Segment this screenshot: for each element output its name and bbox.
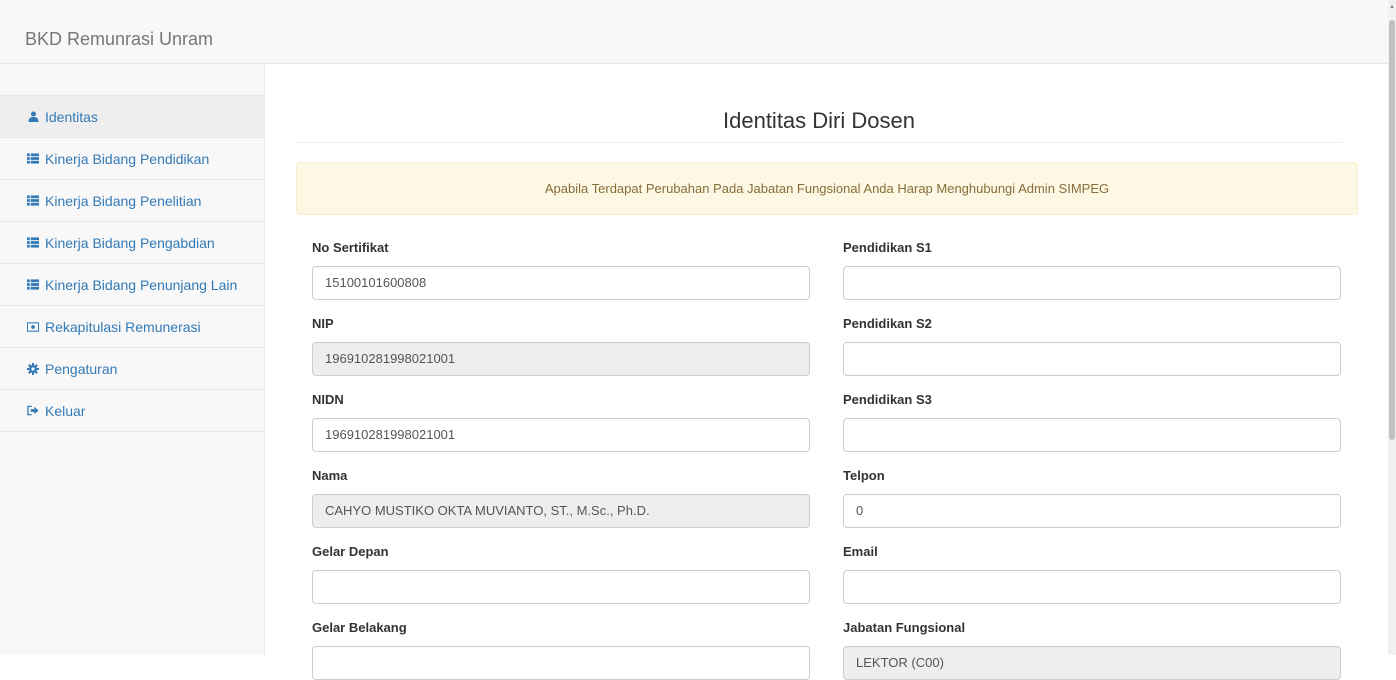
pendidikan-s1-input[interactable] [843, 266, 1341, 300]
scrollbar-thumb[interactable] [1389, 20, 1395, 440]
field-nama: Nama CAHYO MUSTIKO OKTA MUVIANTO, ST., M… [312, 468, 810, 528]
no-sertifikat-input[interactable]: 15100101600808 [312, 266, 810, 300]
field-gelar-depan: Gelar Depan [312, 544, 810, 604]
field-nidn: NIDN 196910281998021001 [312, 392, 810, 452]
gelar-depan-input[interactable] [312, 570, 810, 604]
field-jabatan-fungsional: Jabatan Fungsional LEKTOR (C00) [843, 620, 1341, 680]
field-pendidikan-s1: Pendidikan S1 [843, 240, 1341, 300]
money-icon [27, 321, 39, 333]
list-icon [27, 237, 39, 249]
pendidikan-s3-input[interactable] [843, 418, 1341, 452]
sidebar-item-label: Kinerja Bidang Penunjang Lain [45, 276, 238, 293]
field-telpon: Telpon 0 [843, 468, 1341, 528]
sidebar-item-rekapitulasi[interactable]: Rekapitulasi Remunerasi [0, 306, 265, 348]
pendidikan-s2-input[interactable] [843, 342, 1341, 376]
list-icon [27, 153, 39, 165]
sidebar-item-label: Kinerja Bidang Penelitian [45, 192, 202, 209]
gear-icon [27, 362, 39, 375]
pendidikan-s1-label: Pendidikan S1 [843, 240, 932, 255]
sidebar-item-kinerja-penelitian[interactable]: Kinerja Bidang Penelitian [0, 180, 265, 222]
pendidikan-s3-label: Pendidikan S3 [843, 392, 932, 407]
nip-label: NIP [312, 316, 334, 331]
scroll-up-icon[interactable]: ▲ [1389, 4, 1395, 10]
sidebar-item-kinerja-pendidikan[interactable]: Kinerja Bidang Pendidikan [0, 138, 265, 180]
sidebar-item-label: Kinerja Bidang Pengabdian [45, 234, 215, 251]
pendidikan-s2-label: Pendidikan S2 [843, 316, 932, 331]
user-icon [27, 111, 39, 123]
vertical-scrollbar[interactable]: ▲ [1388, 0, 1396, 655]
logout-icon [27, 405, 39, 417]
nama-label: Nama [312, 468, 348, 483]
field-no-sertifikat: No Sertifikat 15100101600808 [312, 240, 810, 300]
brand-title[interactable]: BKD Remunrasi Unram [25, 29, 213, 50]
gelar-belakang-input[interactable] [312, 646, 810, 680]
warning-alert: Apabila Terdapat Perubahan Pada Jabatan … [296, 162, 1358, 215]
navbar: BKD Remunrasi Unram [0, 0, 1388, 64]
sidebar-item-keluar[interactable]: Keluar [0, 390, 265, 432]
jabatan-fungsional-input[interactable]: LEKTOR (C00) [843, 646, 1341, 680]
page-title: Identitas Diri Dosen [723, 108, 915, 133]
telpon-label: Telpon [843, 468, 885, 483]
field-pendidikan-s3: Pendidikan S3 [843, 392, 1341, 452]
field-email: Email [843, 544, 1341, 604]
list-icon [27, 279, 39, 291]
nama-input[interactable]: CAHYO MUSTIKO OKTA MUVIANTO, ST., M.Sc.,… [312, 494, 810, 528]
sidebar-item-identitas[interactable]: Identitas [0, 96, 265, 138]
nidn-input[interactable]: 196910281998021001 [312, 418, 810, 452]
jabatan-fungsional-label: Jabatan Fungsional [843, 620, 966, 635]
sidebar-item-label: Keluar [45, 402, 86, 419]
list-icon [27, 195, 39, 207]
sidebar-item-label: Kinerja Bidang Pendidikan [45, 150, 210, 167]
no-sertifikat-label: No Sertifikat [312, 240, 389, 255]
nip-input[interactable]: 196910281998021001 [312, 342, 810, 376]
main-content: Identitas Diri Dosen Apabila Terdapat Pe… [296, 64, 1358, 680]
sidebar-item-kinerja-pengabdian[interactable]: Kinerja Bidang Pengabdian [0, 222, 265, 264]
nidn-label: NIDN [312, 392, 344, 407]
field-pendidikan-s2: Pendidikan S2 [843, 316, 1341, 376]
telpon-input[interactable]: 0 [843, 494, 1341, 528]
gelar-belakang-label: Gelar Belakang [312, 620, 407, 635]
sidebar-item-label: Pengaturan [45, 360, 118, 377]
sidebar: Identitas Kinerja Bidang Pendidikan Kine… [0, 64, 265, 655]
field-gelar-belakang: Gelar Belakang [312, 620, 810, 680]
sidebar-item-kinerja-penunjang[interactable]: Kinerja Bidang Penunjang Lain [0, 264, 265, 306]
sidebar-item-pengaturan[interactable]: Pengaturan [0, 348, 265, 390]
gelar-depan-label: Gelar Depan [312, 544, 389, 559]
sidebar-item-label: Identitas [45, 108, 98, 125]
email-label: Email [843, 544, 878, 559]
email-input[interactable] [843, 570, 1341, 604]
sidebar-item-label: Rekapitulasi Remunerasi [45, 318, 201, 335]
field-nip: NIP 196910281998021001 [312, 316, 810, 376]
title-divider [296, 142, 1342, 143]
sidebar-nav: Identitas Kinerja Bidang Pendidikan Kine… [0, 95, 265, 432]
